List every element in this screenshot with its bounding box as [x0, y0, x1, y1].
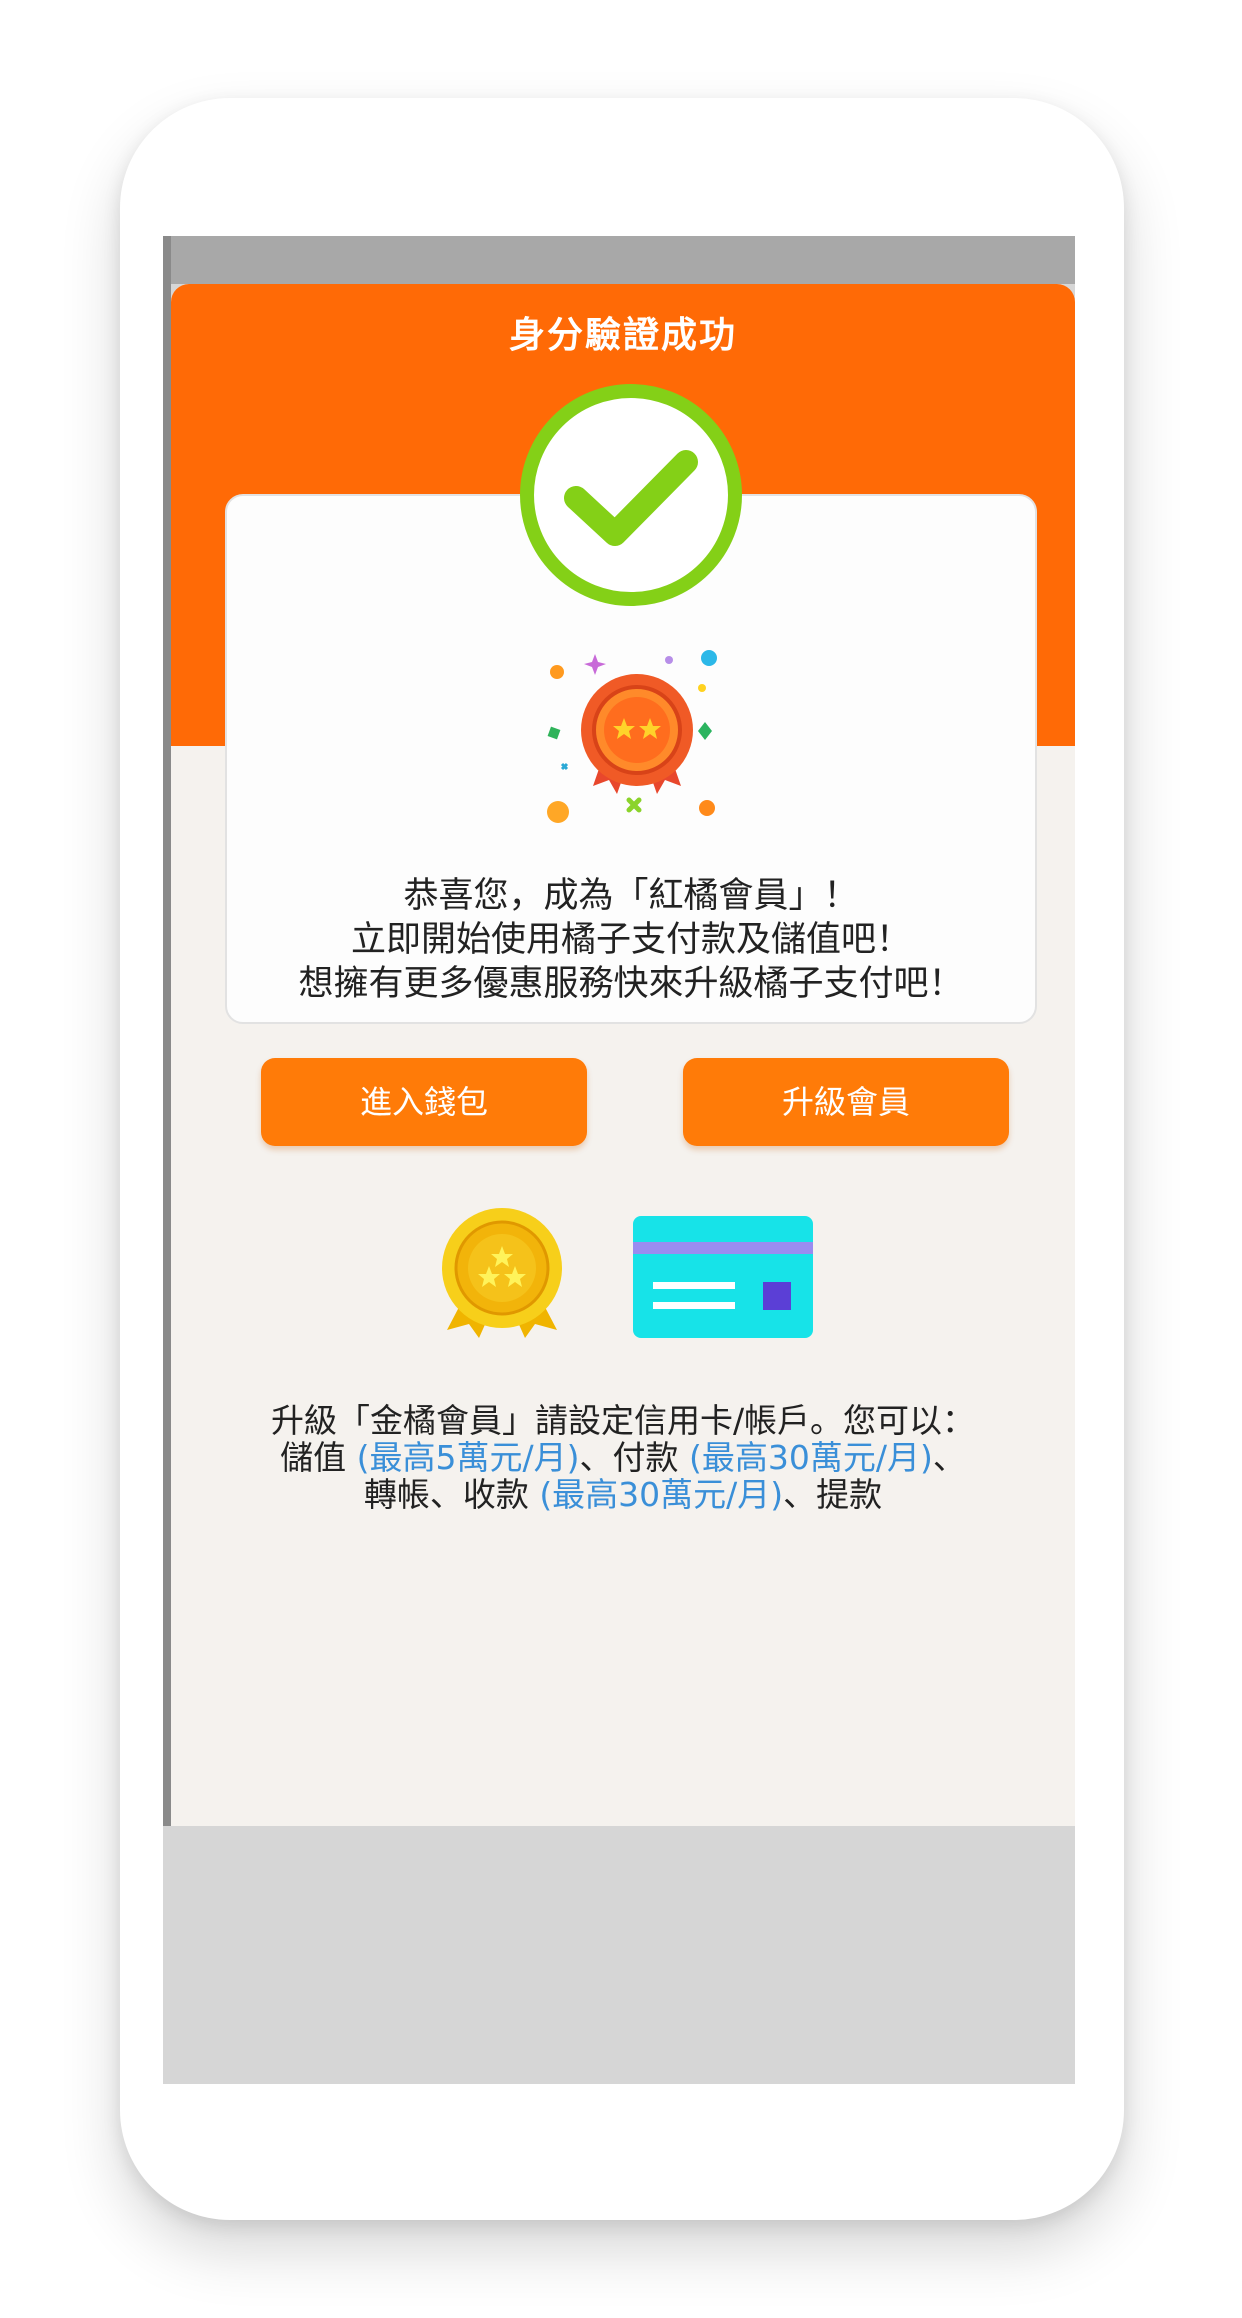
info-line: 升級「金橘會員」請設定信用卡/帳戶。您可以：: [270, 1401, 976, 1440]
limit-text: (最高5萬元/月): [356, 1438, 580, 1477]
screen-edge: [163, 236, 171, 1826]
info-text: 、付款: [579, 1438, 689, 1477]
page-title: 身分驗證成功: [508, 315, 737, 356]
upgrade-info: 升級「金橘會員」請設定信用卡/帳戶。您可以： 儲值 (最高5萬元/月)、付款 (…: [201, 1402, 1045, 1513]
info-text: 、: [932, 1438, 966, 1477]
limit-text: (最高30萬元/月): [689, 1438, 933, 1477]
enter-wallet-button[interactable]: 進入錢包: [261, 1058, 587, 1146]
medal-icon: [547, 650, 717, 823]
limit-text: (最高30萬元/月): [539, 1475, 784, 1514]
check-circle-icon: [520, 384, 742, 606]
info-text: 轉帳、收款: [363, 1475, 540, 1514]
congrats-line: 立即開始使用橘子支付款及儲值吧！: [350, 920, 911, 960]
gold-medal-icon: [442, 1208, 562, 1338]
info-line: 儲值 (最高5萬元/月)、付款 (最高30萬元/月)、: [201, 1439, 1045, 1476]
status-bar: [163, 236, 1075, 284]
info-text: 儲值: [280, 1438, 357, 1477]
congrats-line: 恭喜您，成為「紅橘會員」！: [403, 876, 859, 916]
congrats-message: 恭喜您，成為「紅橘會員」！ 立即開始使用橘子支付款及儲值吧！ 想擁有更多優惠服務…: [225, 874, 1037, 1006]
info-text: 、提款: [783, 1475, 883, 1514]
credit-card-icon: [633, 1216, 813, 1338]
phone-screen: 身分驗證成功 恭喜您，成為「紅橘會員」！ 立即開始使用橘子支付款及儲值吧！ 想擁…: [163, 236, 1075, 2084]
info-line: 轉帳、收款 (最高30萬元/月)、提款: [201, 1476, 1045, 1513]
congrats-line: 想擁有更多優惠服務快來升級橘子支付吧！: [298, 964, 964, 1004]
upgrade-member-button[interactable]: 升級會員: [683, 1058, 1009, 1146]
verification-dialog: 身分驗證成功 恭喜您，成為「紅橘會員」！ 立即開始使用橘子支付款及儲值吧！ 想擁…: [171, 284, 1075, 1826]
